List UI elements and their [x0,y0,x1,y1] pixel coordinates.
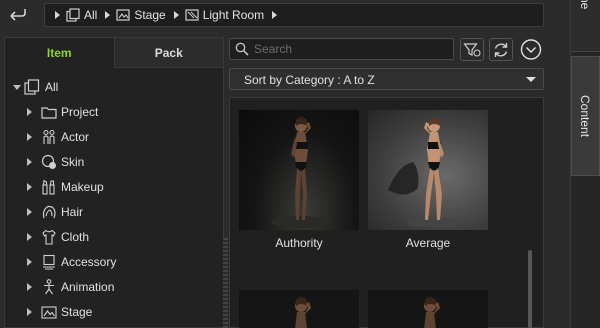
panel-splitter[interactable] [223,238,228,328]
content-thumbnail[interactable] [239,290,359,328]
side-tab-top[interactable]: ne [571,0,600,52]
skin-icon [41,154,56,169]
tree-item-project[interactable]: Project [5,101,223,123]
actor-icon [43,129,55,144]
stage-icon [116,9,130,21]
tree-label: Makeup [61,180,104,194]
tree-label: Project [61,105,99,119]
tree-label: All [45,80,59,94]
content-thumbnail-average[interactable] [368,110,488,230]
all-items-icon [66,8,80,22]
tree-item-stage[interactable]: Stage [5,301,223,323]
tree-item-all[interactable]: All [5,76,223,98]
breadcrumb-item-light-room[interactable]: Light Room [203,8,264,22]
tree-label: Animation [61,280,115,294]
expand-arrow-icon[interactable] [27,133,32,141]
folder-icon [41,107,57,119]
tree-item-skin[interactable]: Skin [5,151,223,173]
animation-icon [44,279,54,295]
figure-thumbnail-image [388,117,462,227]
side-tab-strip: ne Content [570,0,600,328]
breadcrumb-arrow-icon[interactable] [173,11,179,19]
tree-label: Stage [61,305,93,319]
stage-icon [41,306,57,319]
figure-thumbnail-image [295,297,311,328]
figure-thumbnail-image [424,297,440,328]
figure-thumbnail-image [271,117,331,228]
tree-item-animation[interactable]: Animation [5,276,223,298]
tree-item-hair[interactable]: Hair [5,201,223,223]
tree-label: Actor [61,130,90,144]
expand-arrow-icon[interactable] [27,208,32,216]
expand-arrow-icon[interactable] [27,308,32,316]
makeup-icon [42,179,55,195]
category-panel: Item Pack All Project Actor Skin Makeup … [4,37,224,328]
search-box[interactable] [229,38,454,60]
all-items-icon [24,79,40,95]
refresh-button[interactable] [489,38,513,61]
expand-arrow-icon[interactable] [27,233,32,241]
expand-arrow-icon[interactable] [27,183,32,191]
light-room-icon [185,9,199,21]
search-icon [235,42,249,56]
breadcrumb-item-all[interactable]: All [84,8,97,22]
cloth-icon [42,229,56,245]
tree-item-makeup[interactable]: Makeup [5,176,223,198]
side-tab-content[interactable]: Content [571,56,600,176]
filter-button[interactable] [460,38,484,61]
content-grid: Authority Average [229,97,544,328]
sort-dropdown[interactable]: Sort by Category : A to Z [229,68,544,90]
refresh-icon [494,42,508,57]
collapse-arrow-icon[interactable] [13,85,21,90]
tree-label: Cloth [61,230,90,244]
back-button[interactable] [6,4,28,26]
breadcrumb-item-stage[interactable]: Stage [134,8,165,22]
tree-item-accessory[interactable]: Accessory [5,251,223,273]
side-tab-label: ne [578,0,592,10]
expand-arrow-icon[interactable] [27,283,32,291]
content-thumbnail[interactable] [368,290,488,328]
content-thumbnail-authority[interactable] [239,110,359,230]
tree-item-cloth[interactable]: Cloth [5,226,223,248]
dropdown-arrow-icon [526,77,536,82]
filter-icon [463,42,481,57]
chevron-down-circle-icon [520,39,542,60]
content-caption: Average [405,236,451,250]
tab-item[interactable]: Item [5,38,115,68]
side-tab-label: Content [578,95,592,138]
tree-item-actor[interactable]: Actor [5,126,223,148]
tab-pack[interactable]: Pack [114,38,223,68]
tree-label: Accessory [61,255,117,269]
scrollbar-thumb[interactable] [528,250,532,328]
sort-dropdown-value: Sort by Category : A to Z [244,73,375,87]
tab-bar: Item Pack [5,38,223,68]
hair-icon [42,205,56,219]
expand-arrow-icon[interactable] [27,108,32,116]
breadcrumb-arrow-icon[interactable] [55,11,60,19]
breadcrumb-arrow-icon[interactable] [105,11,111,19]
tree-label: Hair [61,205,84,219]
tree-label: Skin [61,155,85,169]
expand-arrow-icon[interactable] [27,158,32,166]
back-arrow-icon [10,9,26,21]
search-input[interactable] [254,41,449,57]
expand-arrow-icon[interactable] [27,258,32,266]
content-caption: Authority [275,236,323,250]
accessory-icon [43,254,55,270]
breadcrumb-arrow-icon[interactable] [272,11,278,19]
breadcrumb: All Stage Light Room [44,3,544,27]
options-button[interactable] [519,38,543,61]
